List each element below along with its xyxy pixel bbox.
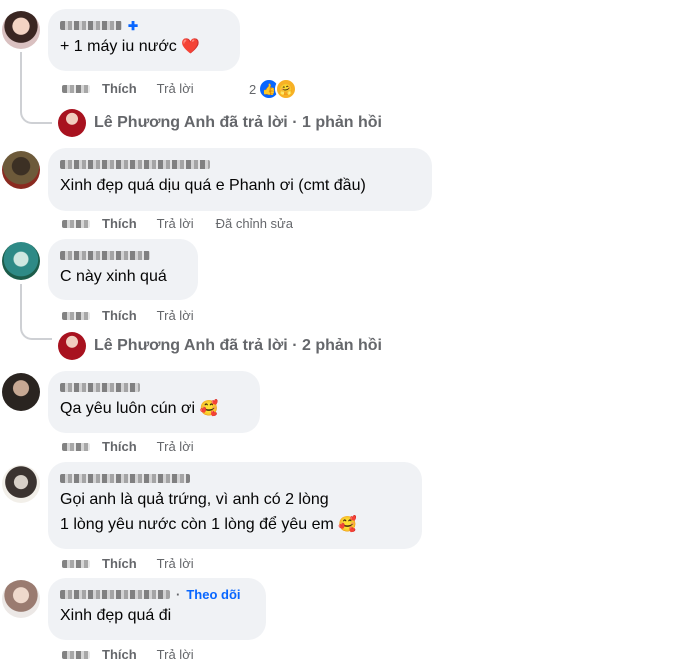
reply-summary: Lê Phương Anh đã trả lời · 1 phản hồi: [94, 114, 382, 131]
timestamp[interactable]: [62, 81, 102, 96]
reply-button[interactable]: Trả lời: [157, 556, 194, 571]
comment-author[interactable]: [60, 247, 186, 264]
heart-emoji: ❤️: [181, 38, 200, 55]
comment-bubble: ✚ + 1 máy iu nước ❤️: [48, 9, 240, 71]
avatar[interactable]: [2, 151, 40, 189]
replier-avatar: [58, 332, 86, 360]
reply-summary: Lê Phương Anh đã trả lời · 2 phản hồi: [94, 337, 382, 354]
view-replies-link[interactable]: Lê Phương Anh đã trả lời · 2 phản hồi: [58, 332, 382, 360]
comment-author[interactable]: ✚: [60, 17, 228, 34]
comment-bubble: Xinh đẹp quá dịu quá e Phanh ơi (cmt đầu…: [48, 148, 432, 211]
like-button[interactable]: Thích: [102, 216, 137, 231]
comment-actions: Thích Trả lời Đã chỉnh sửa: [62, 214, 293, 232]
comment-author[interactable]: [60, 156, 420, 173]
thread-connector: [20, 106, 52, 124]
comment-text: C này xinh quá: [60, 268, 167, 285]
comment-author[interactable]: [60, 379, 248, 396]
avatar[interactable]: [2, 373, 40, 411]
reaction-summary[interactable]: 2 👍 🤗: [249, 78, 298, 100]
reply-button[interactable]: Trả lời: [157, 81, 194, 96]
timestamp[interactable]: [62, 216, 102, 231]
smiling-hearts-emoji: 🥰: [199, 400, 219, 417]
reaction-count: 2: [249, 81, 257, 97]
timestamp[interactable]: [62, 439, 102, 454]
smiling-hearts-emoji: 🥰: [338, 516, 357, 533]
care-reaction-icon: 🤗: [275, 78, 298, 100]
timestamp[interactable]: [62, 647, 102, 662]
comment-bubble: · Theo dõi Xinh đẹp quá đi: [48, 578, 266, 640]
follow-dot: ·: [176, 587, 181, 602]
avatar[interactable]: [2, 465, 40, 503]
comment-bubble: Gọi anh là quả trứng, vì anh có 2 lòng 1…: [48, 462, 422, 549]
reply-button[interactable]: Trả lời: [157, 308, 194, 323]
avatar[interactable]: [2, 242, 40, 280]
comment-text: Xinh đẹp quá đi: [60, 607, 172, 624]
comment-actions: Thích Trả lời: [62, 554, 214, 572]
thread-line: [20, 52, 22, 108]
comment-text: + 1 máy iu nước: [60, 38, 177, 55]
comment-actions: Thích Trả lời: [62, 645, 214, 663]
comment-bubble: Qa yêu luôn cún ơi 🥰: [48, 371, 260, 433]
avatar[interactable]: [2, 580, 40, 618]
timestamp[interactable]: [62, 308, 102, 323]
like-button[interactable]: Thích: [102, 308, 137, 323]
comment-text-line: 1 lòng yêu nước còn 1 lòng để yêu em: [60, 516, 334, 533]
comment-actions: Thích Trả lời: [62, 437, 214, 455]
reply-button[interactable]: Trả lời: [157, 439, 194, 454]
comment-text: Qa yêu luôn cún ơi: [60, 400, 196, 417]
like-button[interactable]: Thích: [102, 647, 137, 662]
view-replies-link[interactable]: Lê Phương Anh đã trả lời · 1 phản hồi: [58, 109, 382, 137]
comment-author[interactable]: · Theo dõi: [60, 586, 254, 603]
comment-bubble: C này xinh quá: [48, 239, 198, 300]
thread-connector: [20, 322, 52, 340]
like-button[interactable]: Thích: [102, 439, 137, 454]
comment-text-line: Gọi anh là quả trứng, vì anh có 2 lòng: [60, 491, 329, 508]
avatar[interactable]: [2, 11, 40, 49]
timestamp[interactable]: [62, 556, 102, 571]
follow-button[interactable]: Theo dõi: [186, 587, 240, 602]
reply-button[interactable]: Trả lời: [157, 647, 194, 662]
replier-avatar: [58, 109, 86, 137]
thread-line: [20, 284, 22, 324]
like-button[interactable]: Thích: [102, 81, 137, 96]
reply-button[interactable]: Trả lời: [157, 216, 194, 231]
like-button[interactable]: Thích: [102, 556, 137, 571]
comment-text: Xinh đẹp quá dịu quá e Phanh ơi (cmt đầu…: [60, 177, 366, 194]
edited-label: Đã chỉnh sửa: [215, 215, 293, 231]
comment-author[interactable]: [60, 470, 410, 487]
comment-actions: Thích Trả lời: [62, 79, 214, 97]
comment-actions: Thích Trả lời: [62, 306, 214, 324]
